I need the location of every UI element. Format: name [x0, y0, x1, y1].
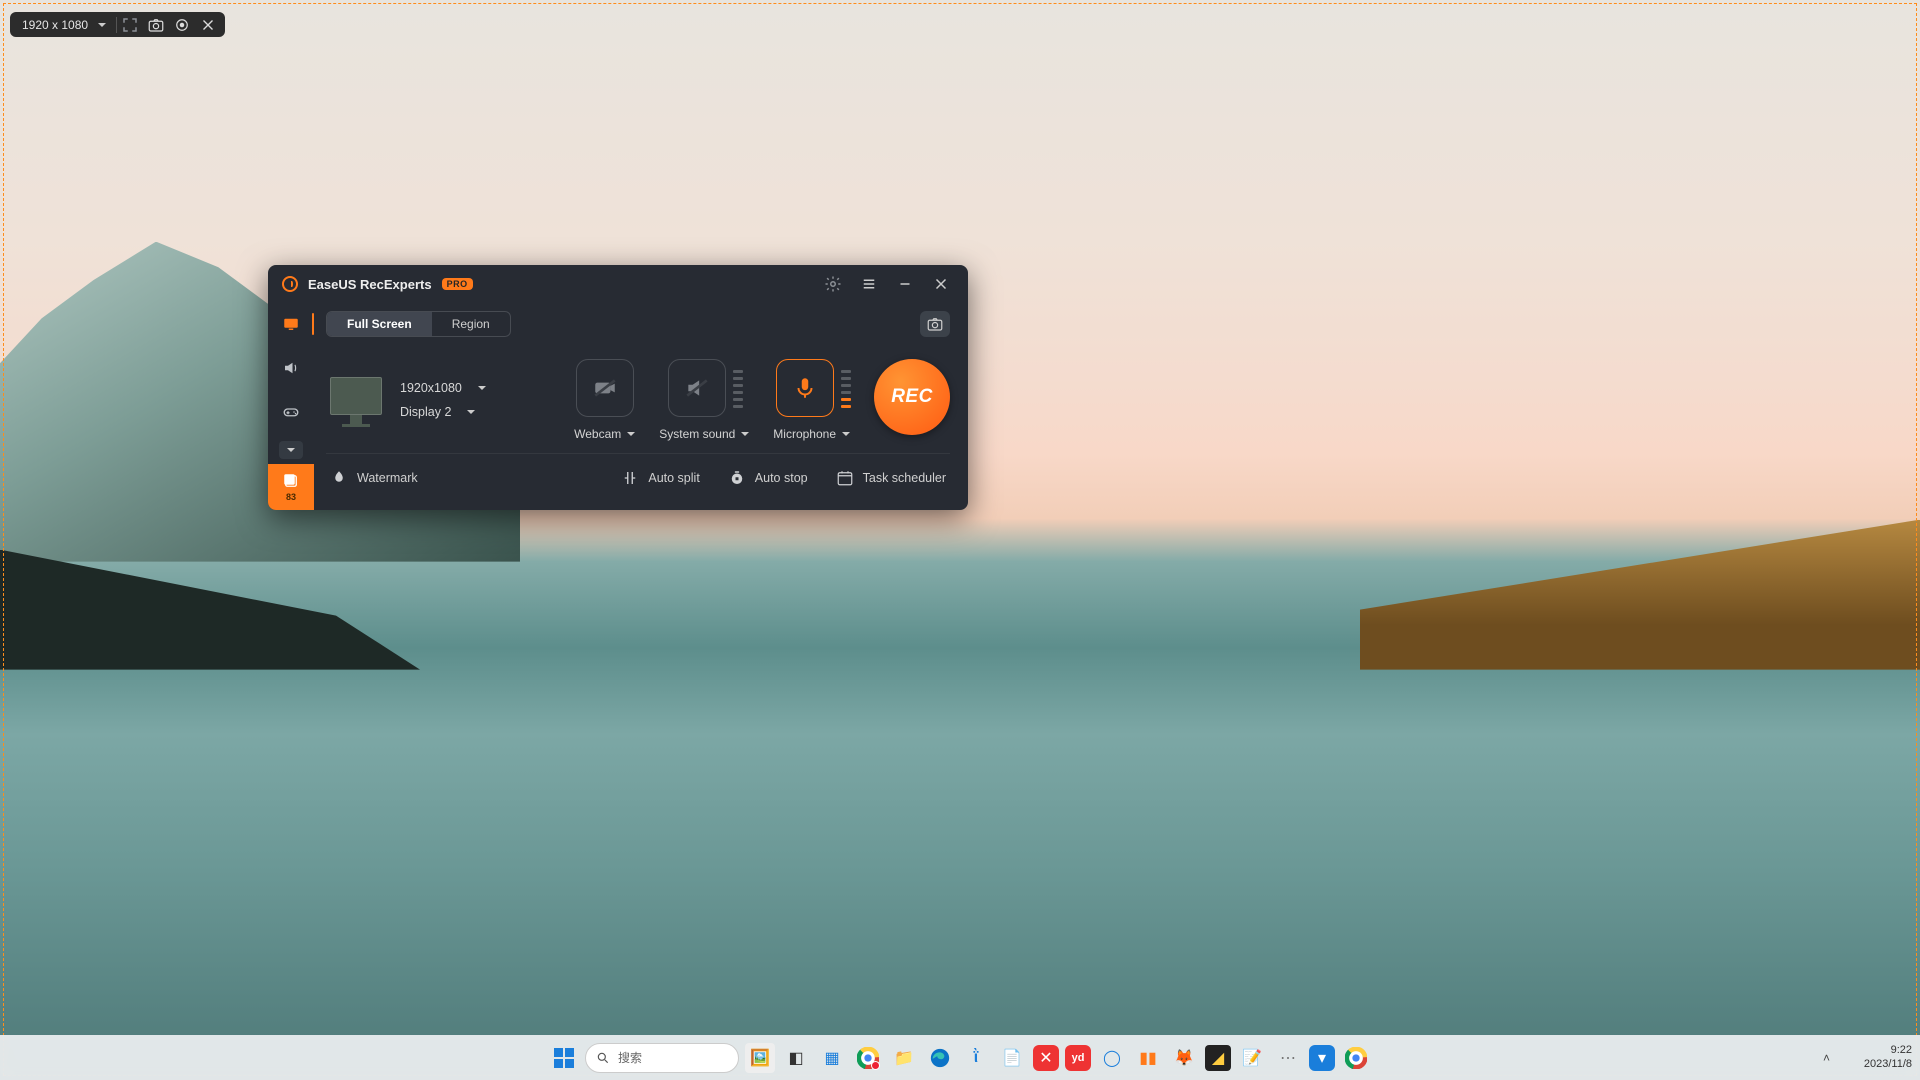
screenshot-icon[interactable] [143, 12, 169, 37]
sidebar-mode-audio[interactable] [276, 353, 306, 383]
sidebar-mode-screen[interactable] [276, 309, 306, 339]
task-scheduler-button[interactable]: Task scheduler [836, 469, 946, 487]
chevron-down-icon [467, 410, 475, 414]
recexperts-window: EaseUS RecExperts PRO [268, 265, 968, 510]
taskbar-app-dots[interactable]: ⋯ [1273, 1043, 1303, 1073]
taskbar-search[interactable]: 搜索 [585, 1043, 739, 1073]
chevron-down-icon [842, 432, 850, 436]
taskbar-task-view-icon[interactable]: ◧ [781, 1043, 811, 1073]
resolution-label: 1920x1080 [400, 381, 462, 395]
record-button[interactable]: REC [874, 359, 950, 435]
clock-time: 9:22 [1891, 1044, 1912, 1057]
close-icon[interactable] [195, 12, 221, 37]
clock-date: 2023/11/8 [1864, 1058, 1912, 1071]
sidebar-gallery-button[interactable]: 83 [268, 464, 314, 510]
mode-sidebar: 83 [268, 303, 314, 510]
taskbar-app-red-1[interactable]: ✕ [1033, 1045, 1059, 1071]
taskbar-app-blue[interactable]: ῒ [961, 1043, 991, 1073]
chevron-down-icon [98, 23, 106, 27]
desktop-wallpaper [0, 0, 1920, 1080]
start-button[interactable] [549, 1043, 579, 1073]
fullscreen-toggle-icon[interactable] [117, 12, 143, 37]
webcam-toggle[interactable] [576, 359, 634, 417]
system-sound-dropdown[interactable]: System sound [659, 427, 749, 441]
source-system-sound: System sound [659, 359, 749, 441]
taskbar-app-circle[interactable]: ◯ [1097, 1043, 1127, 1073]
app-logo-icon [282, 276, 298, 292]
capture-size-dropdown[interactable]: 1920 x 1080 [14, 18, 116, 32]
taskbar-chrome-2-icon[interactable] [1341, 1043, 1371, 1073]
taskbar-edge-icon[interactable] [925, 1043, 955, 1073]
resolution-dropdown[interactable]: 1920x1080 [400, 381, 486, 395]
tab-region[interactable]: Region [432, 312, 510, 336]
auto-split-button[interactable]: Auto split [621, 469, 699, 487]
display-selector: 1920x1080 Display 2 [326, 373, 486, 427]
capture-mode-segment: Full Screen Region [326, 311, 511, 337]
system-sound-label: System sound [659, 427, 735, 441]
webcam-dropdown[interactable]: Webcam [574, 427, 635, 441]
taskbar-app-dark[interactable]: ◢ [1205, 1045, 1231, 1071]
microphone-toggle[interactable] [776, 359, 834, 417]
taskbar-app-blue-square[interactable]: ▾ [1309, 1045, 1335, 1071]
gallery-count: 83 [286, 492, 296, 502]
wallpaper-shore-left [0, 550, 420, 670]
auto-stop-label: Auto stop [755, 471, 808, 485]
app-title: EaseUS RecExperts [308, 277, 432, 292]
auto-stop-button[interactable]: Auto stop [728, 469, 808, 487]
settings-icon[interactable] [820, 271, 846, 297]
level-meter-icon [733, 370, 743, 408]
taskbar-app-orange-stripes[interactable]: ▮▮ [1133, 1043, 1163, 1073]
microphone-dropdown[interactable]: Microphone [773, 427, 850, 441]
source-microphone: Microphone [773, 359, 850, 441]
chevron-down-icon [287, 448, 295, 452]
taskbar-widgets-icon[interactable]: ▦ [817, 1043, 847, 1073]
notification-badge [871, 1061, 880, 1070]
minimize-icon[interactable] [892, 271, 918, 297]
pro-badge: PRO [442, 278, 473, 290]
chevron-down-icon [478, 386, 486, 390]
display-label: Display 2 [400, 405, 451, 419]
menu-icon[interactable] [856, 271, 882, 297]
monitor-icon [326, 373, 386, 427]
tray-overflow-icon[interactable]: ˄ [1823, 1051, 1830, 1065]
close-icon[interactable] [928, 271, 954, 297]
microphone-label: Microphone [773, 427, 836, 441]
screenshot-button[interactable] [920, 311, 950, 337]
watermark-button[interactable]: Watermark [330, 469, 418, 487]
taskbar-app-red-2[interactable]: yd [1065, 1045, 1091, 1071]
chevron-down-icon [627, 432, 635, 436]
display-dropdown[interactable]: Display 2 [400, 405, 486, 419]
record-icon[interactable] [169, 12, 195, 37]
watermark-label: Watermark [357, 471, 418, 485]
chevron-down-icon [741, 432, 749, 436]
wallpaper-shore-right [1360, 520, 1920, 670]
capture-size-label: 1920 x 1080 [22, 18, 88, 32]
capture-toolbar: 1920 x 1080 [10, 12, 225, 37]
task-scheduler-label: Task scheduler [863, 471, 946, 485]
sidebar-mode-game[interactable] [276, 397, 306, 427]
system-tray: ˄ [1823, 1051, 1830, 1065]
level-meter-icon [841, 370, 851, 408]
taskbar-app-note[interactable]: 📝 [1237, 1043, 1267, 1073]
record-label: REC [891, 386, 933, 408]
windows-taskbar: 搜索 🖼️ ◧ ▦ 📁 ῒ 📄 ✕ yd ◯ ▮▮ 🦊 ◢ 📝 ⋯ ▾ ˄ 9:… [0, 1035, 1920, 1080]
search-placeholder: 搜索 [618, 1049, 642, 1066]
taskbar-firefox-icon[interactable]: 🦊 [1169, 1043, 1199, 1073]
taskbar-notepad-icon[interactable]: 📄 [997, 1043, 1027, 1073]
system-sound-toggle[interactable] [668, 359, 726, 417]
taskbar-chrome-icon[interactable] [853, 1043, 883, 1073]
sidebar-expand-icon[interactable] [279, 441, 303, 459]
clock[interactable]: 9:22 2023/11/8 [1864, 1044, 1912, 1070]
taskbar-explorer-icon[interactable]: 📁 [889, 1043, 919, 1073]
windows-logo-icon [554, 1048, 574, 1068]
tab-full-screen[interactable]: Full Screen [327, 312, 432, 336]
taskbar-app-1[interactable]: 🖼️ [745, 1043, 775, 1073]
auto-split-label: Auto split [648, 471, 699, 485]
source-webcam: Webcam [574, 359, 635, 441]
title-bar[interactable]: EaseUS RecExperts PRO [268, 265, 968, 303]
webcam-label: Webcam [574, 427, 621, 441]
